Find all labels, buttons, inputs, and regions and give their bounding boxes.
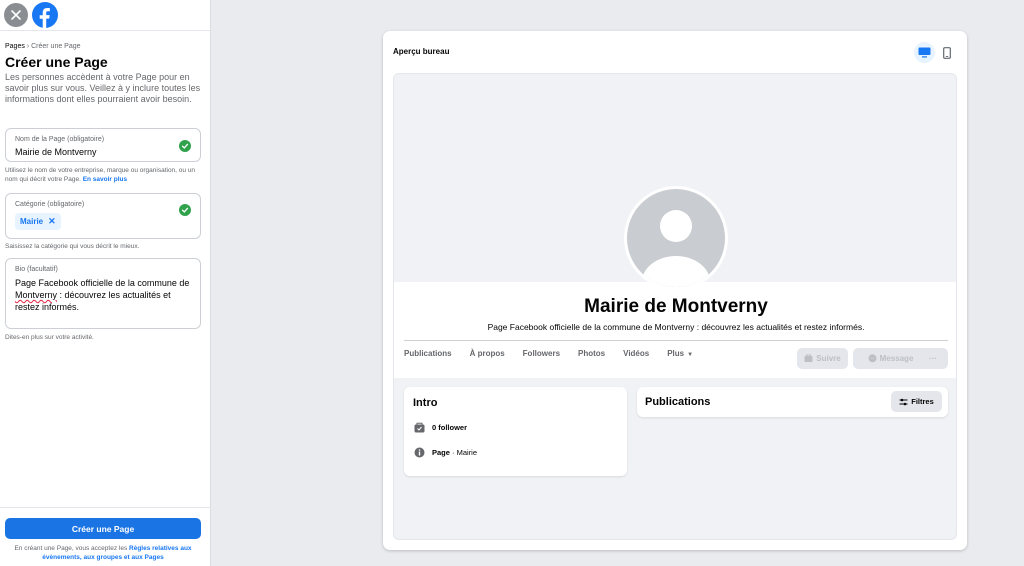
publications-title: Publications xyxy=(645,396,711,408)
mobile-preview-button[interactable] xyxy=(939,42,955,63)
chip-remove-icon[interactable]: ✕ xyxy=(48,216,56,227)
tab-publications[interactable]: Publications xyxy=(404,349,452,358)
check-circle-icon xyxy=(179,204,191,216)
terms-prefix: En créant une Page, vous acceptez les xyxy=(14,545,128,552)
more-actions-button[interactable]: ··· xyxy=(918,348,948,369)
breadcrumb-separator: › xyxy=(26,43,30,50)
messenger-icon xyxy=(868,354,877,363)
mobile-icon xyxy=(943,46,951,59)
intro-text: Les personnes accèdent à votre Page pour… xyxy=(5,72,201,104)
page-category: · Mairie xyxy=(449,448,478,457)
create-page-button[interactable]: Créer une Page xyxy=(5,518,201,539)
preview-title: Aperçu bureau xyxy=(393,47,450,56)
tab-more[interactable]: Plus ▼ xyxy=(667,349,693,358)
filters-label: Filtres xyxy=(911,397,934,406)
followers-count: 0 follower xyxy=(432,423,468,432)
tab-about[interactable]: À propos xyxy=(470,349,505,358)
create-page-panel: Pages › Créer une Page Créer une Page Le… xyxy=(0,0,211,566)
follow-button[interactable]: Suivre xyxy=(797,348,848,369)
message-label: Message xyxy=(879,354,914,363)
breadcrumb-pages-link[interactable]: Pages xyxy=(5,43,25,50)
preview-page-name: Mairie de Montverny xyxy=(584,296,768,317)
terms-text: En créant une Page, vous acceptez les Rè… xyxy=(5,544,201,562)
tabs-divider xyxy=(404,340,948,341)
facebook-logo-icon[interactable] xyxy=(32,2,58,28)
intro-card: Intro 0 follower Page · Mairie xyxy=(404,387,627,476)
desktop-preview-button[interactable] xyxy=(914,42,935,63)
page-tabs: Publications À propos Followers Photos V… xyxy=(404,349,711,358)
desktop-icon xyxy=(918,47,931,58)
tab-more-label: Plus xyxy=(667,349,685,358)
preview-page-bio: Page Facebook officielle de la commune d… xyxy=(487,322,865,332)
bio-label: Bio (facultatif) xyxy=(15,266,58,273)
intro-title: Intro xyxy=(413,397,438,409)
category-chip: Mairie ✕ xyxy=(15,213,61,230)
filters-button[interactable]: Filtres xyxy=(891,391,942,412)
default-avatar-icon xyxy=(627,189,725,287)
followers-icon xyxy=(414,422,425,433)
info-icon xyxy=(414,447,425,458)
panel-header xyxy=(0,0,210,31)
page-title: Créer une Page xyxy=(5,54,108,70)
breadcrumb: Pages › Créer une Page xyxy=(5,43,81,50)
filter-icon xyxy=(899,398,908,405)
close-button[interactable] xyxy=(4,3,28,27)
chevron-down-icon: ▼ xyxy=(687,352,694,358)
category-label: Catégorie (obligatoire) xyxy=(15,201,85,208)
avatar xyxy=(624,186,728,290)
breadcrumb-current: Créer une Page xyxy=(31,43,81,50)
page-name-label: Nom de la Page (obligatoire) xyxy=(15,136,105,143)
bio-value[interactable]: Page Facebook officielle de la commune d… xyxy=(15,277,195,313)
follow-icon xyxy=(804,354,813,362)
page-preview: Mairie de Montverny Page Facebook offici… xyxy=(393,73,957,540)
bio-help: Dites-en plus sur votre activité. xyxy=(5,334,94,341)
followers-row: 0 follower xyxy=(414,422,467,433)
learn-more-link[interactable]: En savoir plus xyxy=(83,176,127,183)
tab-videos[interactable]: Vidéos xyxy=(623,349,649,358)
page-name-field[interactable]: Nom de la Page (obligatoire) Mairie de M… xyxy=(5,128,201,162)
page-name-help: Utilisez le nom de votre entreprise, mar… xyxy=(5,166,205,184)
tab-followers[interactable]: Followers xyxy=(523,349,560,358)
publications-card: Publications Filtres xyxy=(637,387,948,417)
category-field[interactable]: Catégorie (obligatoire) Mairie ✕ xyxy=(5,193,201,239)
bio-text-1: Page Facebook officielle de la commune d… xyxy=(15,278,190,288)
bio-misspelled-word: Montverny xyxy=(15,290,58,300)
check-circle-icon xyxy=(179,140,191,152)
close-icon xyxy=(11,10,21,20)
desktop-preview-card: Aperçu bureau Mairie de Montverny Page F… xyxy=(383,31,967,550)
category-chip-label: Mairie xyxy=(20,217,44,226)
tab-photos[interactable]: Photos xyxy=(578,349,605,358)
follow-label: Suivre xyxy=(816,354,841,363)
page-category-row: Page · Mairie xyxy=(414,447,477,458)
page-label: Page xyxy=(432,448,450,457)
footer-divider xyxy=(0,507,211,508)
message-button[interactable]: Message xyxy=(853,348,928,369)
page-name-value[interactable]: Mairie de Montverny xyxy=(15,147,97,157)
category-help: Saisissez la catégorie qui vous décrit l… xyxy=(5,243,140,250)
bio-field[interactable]: Bio (facultatif) Page Facebook officiell… xyxy=(5,258,201,329)
